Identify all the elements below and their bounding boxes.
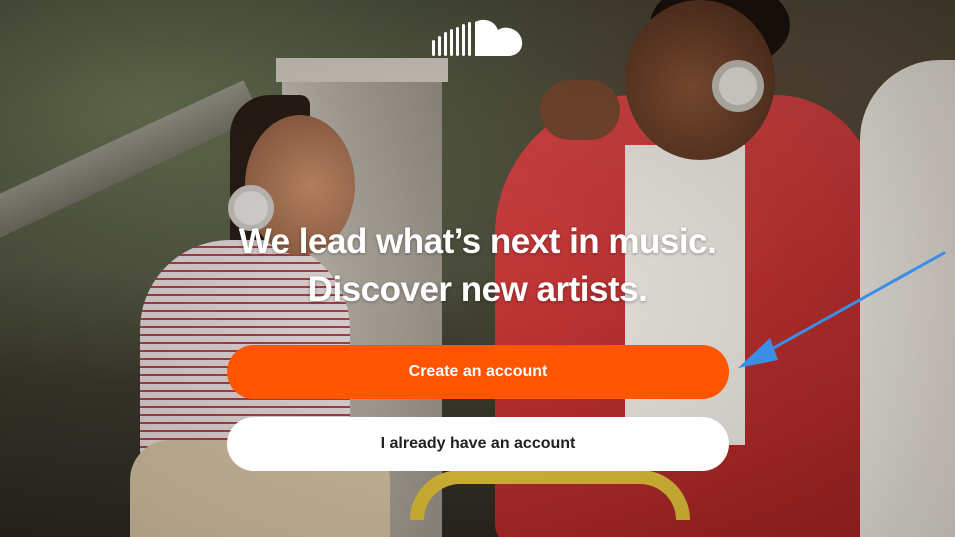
login-button[interactable]: I already have an account	[227, 417, 729, 471]
pointer-arrow-icon	[738, 251, 946, 368]
create-account-button[interactable]: Create an account	[227, 345, 729, 399]
soundcloud-logo-icon[interactable]	[432, 18, 524, 62]
